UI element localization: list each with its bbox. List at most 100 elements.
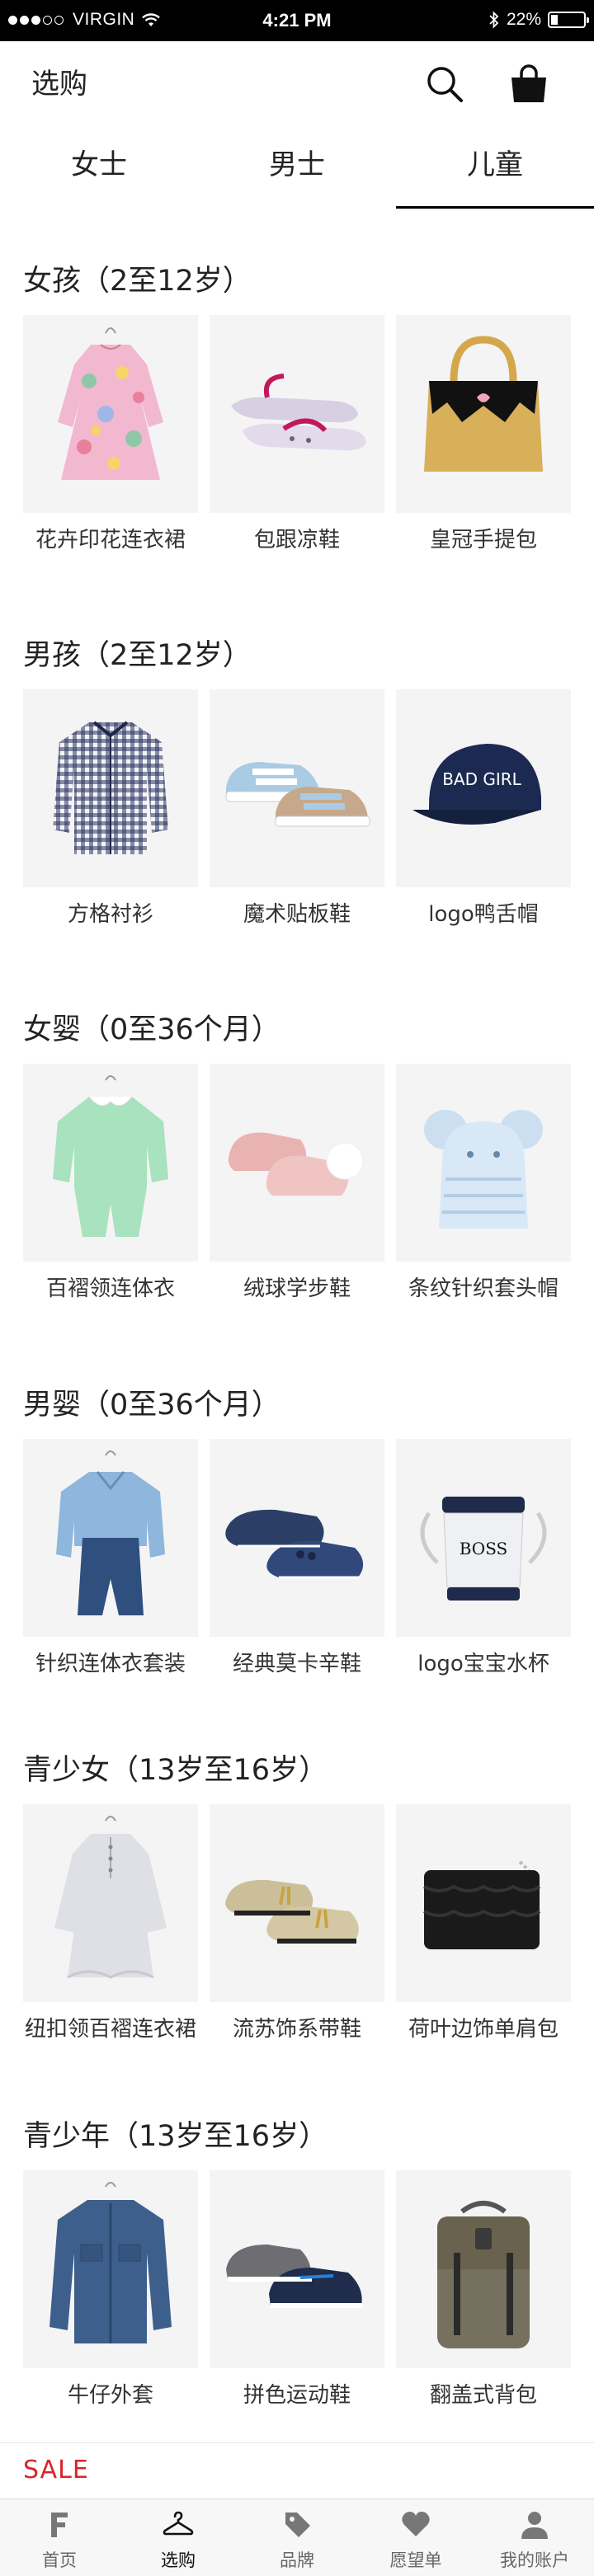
product-image bbox=[23, 2170, 198, 2368]
nav-shop[interactable]: 选购 bbox=[119, 2499, 238, 2576]
nav-account[interactable]: 我的账户 bbox=[475, 2499, 594, 2576]
checked-shirt-icon bbox=[53, 721, 168, 854]
sandals-icon bbox=[231, 374, 366, 451]
moccasin-shoes-icon bbox=[225, 1509, 364, 1579]
product-label: 百褶领连体衣 bbox=[45, 1276, 175, 1301]
product-image bbox=[23, 1804, 198, 2002]
shopping-bag-button[interactable] bbox=[507, 63, 551, 107]
product-label: 花卉印花连衣裙 bbox=[35, 528, 186, 552]
section-title: 男孩（2至12岁） bbox=[23, 639, 252, 672]
product-image bbox=[210, 315, 384, 513]
bottom-nav: 首页 选购 品牌 愿望单 我的账户 bbox=[0, 2498, 594, 2576]
product-card[interactable]: 包跟凉鞋 bbox=[210, 315, 384, 553]
app-header: 选购 bbox=[0, 41, 594, 124]
floral-dress-icon bbox=[58, 327, 163, 480]
nav-label: 我的账户 bbox=[500, 2550, 569, 2570]
velcro-sneakers-icon bbox=[225, 762, 370, 827]
nav-home[interactable]: 首页 bbox=[0, 2499, 119, 2576]
product-label: 翻盖式背包 bbox=[429, 2383, 537, 2408]
heart-icon bbox=[402, 2512, 430, 2536]
product-image bbox=[396, 1064, 571, 1262]
product-image bbox=[23, 1064, 198, 1262]
section-title: 女孩（2至12岁） bbox=[23, 265, 252, 298]
sneakers-icon bbox=[226, 2245, 363, 2308]
product-image bbox=[210, 1804, 384, 2002]
product-card[interactable]: 皇冠手提包 bbox=[396, 315, 571, 553]
romper-icon bbox=[53, 1075, 168, 1237]
product-label: 经典莫卡辛鞋 bbox=[232, 1652, 361, 1676]
product-label: 方格衬衫 bbox=[67, 902, 153, 927]
nav-wishlist[interactable]: 愿望单 bbox=[356, 2499, 475, 2576]
product-label: logo鸭舌帽 bbox=[428, 902, 539, 927]
page-title: 选购 bbox=[31, 68, 87, 101]
divider bbox=[0, 2442, 594, 2443]
shopping-bag-icon bbox=[512, 64, 546, 102]
search-button[interactable] bbox=[425, 64, 466, 106]
product-image bbox=[396, 315, 571, 513]
product-label: 荷叶边饰单肩包 bbox=[408, 2017, 559, 2042]
product-image bbox=[210, 1064, 384, 1262]
product-label: 皇冠手提包 bbox=[429, 528, 537, 552]
pompom-booties-icon bbox=[228, 1132, 364, 1196]
tab-kids[interactable]: 儿童 bbox=[396, 124, 594, 211]
product-card[interactable]: BAD GIRL logo鸭舌帽 bbox=[396, 689, 571, 928]
product-label: 纽扣领百褶连衣裙 bbox=[24, 2017, 196, 2042]
product-card[interactable]: 拼色运动鞋 bbox=[210, 2170, 384, 2409]
tab-men[interactable]: 男士 bbox=[198, 124, 396, 211]
bluetooth-icon bbox=[489, 11, 499, 29]
button-dress-icon bbox=[54, 1816, 167, 1979]
section-title: 青少女（13岁至16岁） bbox=[23, 1754, 328, 1787]
cap-print: BAD GIRL bbox=[442, 769, 521, 789]
tab-women[interactable]: 女士 bbox=[0, 124, 198, 211]
product-card[interactable]: 经典莫卡辛鞋 bbox=[210, 1439, 384, 1677]
sippy-cup-icon: BOSS bbox=[420, 1497, 547, 1601]
product-image bbox=[210, 1439, 384, 1637]
product-card[interactable]: 花卉印花连衣裙 bbox=[23, 315, 198, 553]
knit-hat-icon bbox=[424, 1110, 543, 1229]
product-card[interactable]: 翻盖式背包 bbox=[396, 2170, 571, 2409]
product-card[interactable]: 针织连体衣套装 bbox=[23, 1439, 198, 1677]
user-icon bbox=[521, 2512, 548, 2539]
product-card[interactable]: 百褶领连体衣 bbox=[23, 1064, 198, 1302]
product-card[interactable]: 流苏饰系带鞋 bbox=[210, 1804, 384, 2042]
product-label: 流苏饰系带鞋 bbox=[232, 2017, 361, 2042]
battery-percent: 22% bbox=[506, 10, 541, 29]
tag-icon bbox=[285, 2513, 310, 2537]
nav-label: 选购 bbox=[161, 2550, 196, 2570]
product-image bbox=[23, 689, 198, 887]
ruffle-shoulder-bag-icon bbox=[423, 1860, 541, 1949]
product-image bbox=[210, 2170, 384, 2368]
product-card[interactable]: 纽扣领百褶连衣裙 bbox=[23, 1804, 198, 2042]
product-image: BAD GIRL bbox=[396, 689, 571, 887]
product-label: 拼色运动鞋 bbox=[243, 2383, 351, 2408]
search-icon bbox=[427, 67, 463, 102]
active-tab-indicator bbox=[396, 206, 594, 209]
product-card[interactable]: 绒球学步鞋 bbox=[210, 1064, 384, 1302]
nav-label: 愿望单 bbox=[389, 2550, 442, 2570]
denim-jacket-icon bbox=[50, 2182, 172, 2343]
nav-brands[interactable]: 品牌 bbox=[238, 2499, 356, 2576]
crown-handbag-icon bbox=[424, 336, 543, 472]
flap-backpack-icon bbox=[437, 2201, 530, 2348]
product-card[interactable]: 条纹针织套头帽 bbox=[396, 1064, 571, 1302]
product-image bbox=[396, 2170, 571, 2368]
product-image bbox=[23, 315, 198, 513]
baseball-cap-icon: BAD GIRL bbox=[412, 744, 541, 825]
status-right-group: 22% bbox=[488, 10, 589, 30]
product-image bbox=[396, 1804, 571, 2002]
product-card[interactable]: BOSS logo宝宝水杯 bbox=[396, 1439, 571, 1677]
battery-level bbox=[551, 15, 559, 25]
product-label: 魔术贴板鞋 bbox=[243, 902, 351, 927]
product-card[interactable]: 方格衬衫 bbox=[23, 689, 198, 928]
tassel-shoes-icon bbox=[225, 1879, 359, 1944]
product-card[interactable]: 荷叶边饰单肩包 bbox=[396, 1804, 571, 2042]
product-label: 包跟凉鞋 bbox=[253, 528, 340, 552]
product-image bbox=[210, 689, 384, 887]
product-label: 针织连体衣套装 bbox=[35, 1652, 186, 1676]
nav-label: 品牌 bbox=[280, 2550, 314, 2570]
sale-link[interactable]: SALE bbox=[23, 2456, 89, 2484]
product-card[interactable]: 魔术贴板鞋 bbox=[210, 689, 384, 928]
product-label: 绒球学步鞋 bbox=[243, 1276, 351, 1301]
product-card[interactable]: 牛仔外套 bbox=[23, 2170, 198, 2409]
product-label: 条纹针织套头帽 bbox=[408, 1276, 559, 1301]
